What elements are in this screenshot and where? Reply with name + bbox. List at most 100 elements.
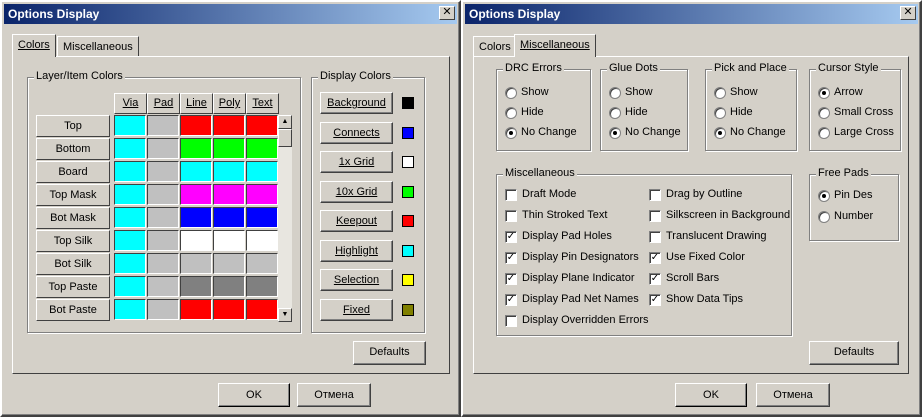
color-cell[interactable] [180, 138, 212, 159]
color-cell[interactable] [246, 253, 278, 274]
display-color-fixed-button[interactable]: Fixed [320, 298, 393, 321]
color-cell[interactable] [180, 161, 212, 182]
column-header-poly[interactable]: Poly [213, 93, 246, 114]
radio-hide[interactable] [505, 107, 517, 119]
layer-row-top-mask[interactable]: Top Mask [36, 184, 110, 206]
display-color-connects-button[interactable]: Connects [320, 121, 393, 144]
checkbox-thin-stroked-text[interactable] [505, 210, 517, 222]
color-cell[interactable] [114, 138, 146, 159]
right-cancel-button[interactable]: Отмена [756, 383, 830, 407]
checkbox-drag-by-outline[interactable] [649, 189, 661, 201]
color-cell[interactable] [180, 299, 212, 320]
color-cell[interactable] [147, 276, 179, 297]
color-cell[interactable] [180, 184, 212, 205]
radio-large-cross[interactable] [818, 127, 830, 139]
radio-no-change[interactable] [505, 127, 517, 139]
radio-hide[interactable] [714, 107, 726, 119]
checkbox-draft-mode[interactable] [505, 189, 517, 201]
color-cell[interactable] [246, 276, 278, 297]
layer-row-bottom[interactable]: Bottom [36, 138, 110, 160]
color-cell[interactable] [213, 253, 245, 274]
color-cell[interactable] [213, 161, 245, 182]
checkbox-display-pad-net-names[interactable]: ✓ [505, 294, 517, 306]
radio-pin-des[interactable] [818, 190, 830, 202]
radio-small-cross[interactable] [818, 107, 830, 119]
right-tab-misc[interactable]: Miscellaneous [514, 34, 596, 57]
display-color-highlight-button[interactable]: Highlight [320, 239, 393, 262]
column-header-via[interactable]: Via [114, 93, 147, 114]
color-cell[interactable] [246, 184, 278, 205]
display-color-1x-grid-button[interactable]: 1x Grid [320, 151, 393, 173]
checkbox-display-overridden-errors[interactable] [505, 315, 517, 327]
color-cell[interactable] [147, 138, 179, 159]
display-color-swatch[interactable] [402, 156, 414, 168]
color-cell[interactable] [114, 299, 146, 320]
radio-no-change[interactable] [714, 127, 726, 139]
color-cell[interactable] [213, 207, 245, 228]
checkbox-use-fixed-color[interactable]: ✓ [649, 252, 661, 264]
color-cell[interactable] [114, 115, 146, 136]
grid-scrollbar[interactable]: ▲ ▼ [278, 115, 292, 322]
color-cell[interactable] [246, 161, 278, 182]
layer-row-top-silk[interactable]: Top Silk [36, 230, 110, 252]
left-cancel-button[interactable]: Отмена [297, 383, 371, 407]
color-cell[interactable] [114, 230, 146, 251]
left-close-icon[interactable]: ✕ [439, 6, 455, 20]
color-cell[interactable] [213, 138, 245, 159]
layer-row-bot-silk[interactable]: Bot Silk [36, 253, 110, 275]
display-color-swatch[interactable] [402, 126, 414, 139]
display-color-10x-grid-button[interactable]: 10x Grid [320, 180, 393, 203]
display-color-swatch[interactable] [402, 97, 414, 109]
color-cell[interactable] [114, 253, 146, 274]
layer-row-top-paste[interactable]: Top Paste [36, 276, 110, 298]
color-cell[interactable] [213, 276, 245, 297]
checkbox-display-plane-indicator[interactable]: ✓ [505, 273, 517, 285]
color-cell[interactable] [147, 115, 179, 136]
color-cell[interactable] [246, 207, 278, 228]
color-cell[interactable] [147, 207, 179, 228]
layer-row-bot-mask[interactable]: Bot Mask [36, 207, 110, 229]
checkbox-translucent-drawing[interactable] [649, 231, 661, 243]
left-tab-misc[interactable]: Miscellaneous [57, 36, 139, 57]
layer-row-bot-paste[interactable]: Bot Paste [36, 299, 110, 321]
color-cell[interactable] [246, 299, 278, 320]
radio-hide[interactable] [609, 107, 621, 119]
radio-show[interactable] [714, 87, 726, 99]
column-header-line[interactable]: Line [180, 93, 213, 114]
color-cell[interactable] [246, 230, 278, 251]
color-cell[interactable] [180, 276, 212, 297]
scroll-down-icon[interactable]: ▼ [278, 308, 292, 322]
color-cell[interactable] [213, 115, 245, 136]
color-cell[interactable] [147, 161, 179, 182]
right-close-icon[interactable]: ✕ [900, 6, 916, 20]
color-cell[interactable] [147, 184, 179, 205]
color-cell[interactable] [147, 230, 179, 251]
layer-row-top[interactable]: Top [36, 115, 110, 137]
color-cell[interactable] [246, 115, 278, 136]
checkbox-display-pin-designators[interactable]: ✓ [505, 252, 517, 264]
color-cell[interactable] [114, 276, 146, 297]
right-ok-button[interactable]: OK [675, 383, 747, 407]
display-color-background-button[interactable]: Background [320, 92, 393, 114]
radio-arrow[interactable] [818, 87, 830, 99]
display-color-swatch[interactable] [402, 303, 414, 316]
radio-no-change[interactable] [609, 127, 621, 139]
right-defaults-button[interactable]: Defaults [809, 341, 899, 365]
left-ok-button[interactable]: OK [218, 383, 290, 407]
color-cell[interactable] [213, 184, 245, 205]
left-tab-colors[interactable]: Colors [12, 34, 56, 57]
color-cell[interactable] [246, 138, 278, 159]
checkbox-silkscreen-in-background[interactable] [649, 210, 661, 222]
display-color-swatch[interactable] [402, 244, 414, 257]
column-header-pad[interactable]: Pad [147, 93, 180, 114]
color-cell[interactable] [147, 253, 179, 274]
checkbox-display-pad-holes[interactable]: ✓ [505, 231, 517, 243]
color-cell[interactable] [147, 299, 179, 320]
color-cell[interactable] [114, 207, 146, 228]
scroll-up-icon[interactable]: ▲ [278, 115, 292, 129]
color-cell[interactable] [180, 207, 212, 228]
left-defaults-button[interactable]: Defaults [353, 341, 426, 365]
color-cell[interactable] [114, 184, 146, 205]
right-tab-colors[interactable]: Colors [473, 36, 517, 57]
color-cell[interactable] [180, 115, 212, 136]
